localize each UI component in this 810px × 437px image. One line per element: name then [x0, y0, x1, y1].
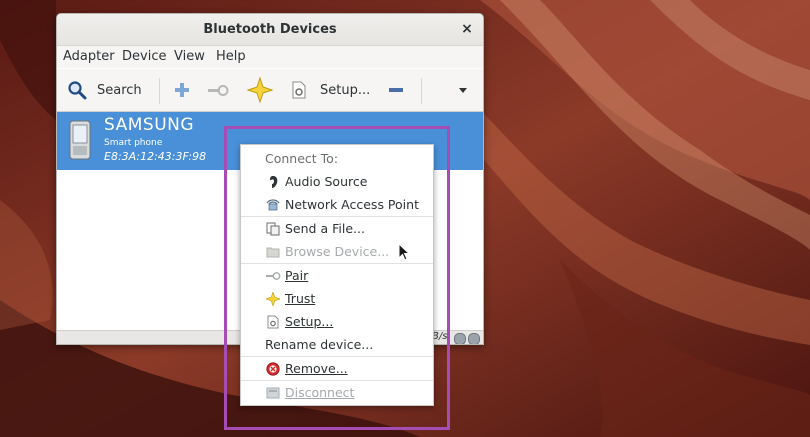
search-icon: [68, 81, 87, 100]
folder-icon: [266, 247, 280, 257]
add-icon: [175, 83, 189, 97]
menu-send-file[interactable]: Send a File...: [241, 217, 433, 240]
menu-remove[interactable]: Remove...: [241, 357, 433, 380]
network-icon: [266, 198, 280, 210]
toolbar-separator: [159, 78, 160, 104]
toolbar: Search Setup...: [57, 69, 483, 112]
menu-adapter[interactable]: Adapter: [63, 49, 115, 64]
status-led-icon: [468, 333, 480, 344]
setup-icon: [292, 81, 306, 99]
pair-button[interactable]: [207, 69, 229, 111]
mouse-cursor-icon: [398, 243, 411, 261]
title-bar[interactable]: Bluetooth Devices ×: [57, 14, 483, 46]
setup-label: Setup...: [320, 82, 371, 98]
star-icon: [266, 291, 280, 306]
remove-icon: [389, 88, 403, 92]
remove-device-button[interactable]: [388, 69, 404, 111]
headset-icon: [270, 175, 278, 188]
setup-button[interactable]: Setup...: [291, 69, 370, 111]
menu-network-access-point[interactable]: Network Access Point: [241, 193, 433, 216]
status-led-icon: [454, 333, 466, 344]
window-title: Bluetooth Devices: [203, 22, 337, 37]
add-device-button[interactable]: [174, 69, 190, 111]
search-label: Search: [97, 82, 142, 98]
search-button[interactable]: Search: [67, 69, 142, 111]
key-icon: [208, 85, 229, 96]
menu-rename-device[interactable]: Rename device...: [241, 333, 433, 356]
dropdown-icon: [459, 88, 467, 93]
send-file-icon: [266, 222, 280, 235]
menu-setup[interactable]: Setup...: [241, 310, 433, 333]
key-icon: [266, 271, 281, 280]
setup-icon: [267, 315, 279, 328]
menu-help[interactable]: Help: [216, 49, 246, 64]
trust-button[interactable]: [247, 69, 273, 111]
menu-pair[interactable]: Pair: [241, 264, 433, 287]
menu-audio-source[interactable]: Audio Source: [241, 170, 433, 193]
close-button[interactable]: ×: [457, 19, 477, 39]
device-type: Smart phone: [104, 138, 163, 148]
menu-bar: Adapter Device View Help: [57, 46, 483, 68]
transfer-rate: B/s: [432, 331, 448, 342]
toolbar-overflow-button[interactable]: [458, 69, 468, 111]
smartphone-icon: [69, 120, 91, 160]
star-icon: [247, 77, 273, 103]
toolbar-separator: [421, 78, 422, 104]
remove-circle-icon: [266, 361, 280, 376]
device-context-menu: Connect To: Audio Source Network Access …: [240, 144, 434, 406]
disconnect-icon: [266, 387, 280, 398]
device-address: E8:3A:12:43:3F:98: [104, 150, 207, 163]
device-name: SAMSUNG: [104, 115, 195, 135]
menu-device[interactable]: Device: [122, 49, 166, 64]
menu-disconnect[interactable]: Disconnect: [241, 381, 433, 404]
connect-to-header: Connect To:: [265, 151, 339, 166]
menu-trust[interactable]: Trust: [241, 287, 433, 310]
menu-view[interactable]: View: [174, 49, 205, 64]
